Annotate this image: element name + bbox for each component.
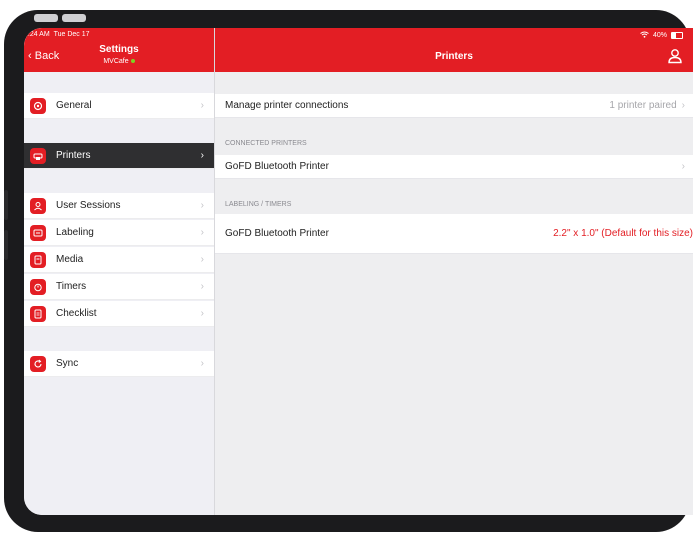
online-dot-icon xyxy=(130,59,135,64)
timer-icon xyxy=(30,278,46,295)
time-label: 0:24 AM xyxy=(24,31,50,38)
printer-name: GoFD Bluetooth Printer xyxy=(225,228,329,239)
chevron-right-icon: › xyxy=(200,150,204,161)
label-size-value: 2.2" x 1.0" (Default for this size) xyxy=(553,228,693,239)
chevron-right-icon: › xyxy=(200,200,204,211)
manage-label: Manage printer connections xyxy=(225,100,349,111)
section-header-labeling: LABELING / TIMERS xyxy=(225,201,292,208)
chevron-right-icon: › xyxy=(200,358,204,369)
sidebar-item-timers[interactable]: Timers › xyxy=(24,274,214,300)
user-icon xyxy=(30,197,46,214)
chevron-right-icon: › xyxy=(200,227,204,238)
status-indicators: 40% xyxy=(640,31,683,40)
label-icon xyxy=(30,224,46,241)
sidebar-item-printers[interactable]: Printers › xyxy=(24,143,214,169)
sidebar-item-user-sessions[interactable]: User Sessions › xyxy=(24,193,214,219)
sidebar-title: Settings xyxy=(99,44,139,55)
top-button xyxy=(62,14,86,22)
top-button xyxy=(34,14,58,22)
sidebar-item-general[interactable]: General › xyxy=(24,93,214,119)
chevron-right-icon: › xyxy=(681,100,685,111)
sidebar-item-label: Checklist xyxy=(56,308,97,319)
sidebar-item-label: Sync xyxy=(56,358,79,369)
master-navbar: 0:24 AM Tue Dec 17 ‹ Back Settings MVCaf… xyxy=(24,28,214,72)
chevron-right-icon: › xyxy=(200,281,204,292)
battery-percent: 40% xyxy=(652,32,667,39)
labeling-printer-row[interactable]: GoFD Bluetooth Printer 2.2" x 1.0" (Defa… xyxy=(215,214,693,254)
sidebar-item-label: Labeling xyxy=(56,227,94,238)
sidebar-item-label: General xyxy=(56,100,92,111)
settings-sidebar: 0:24 AM Tue Dec 17 ‹ Back Settings MVCaf… xyxy=(24,28,215,515)
volume-button xyxy=(4,190,8,220)
store-name: MVCafe xyxy=(24,58,214,65)
chevron-right-icon: › xyxy=(681,161,685,172)
sidebar-item-label: Media xyxy=(56,254,84,265)
chevron-right-icon: › xyxy=(200,100,204,111)
checklist-icon xyxy=(30,305,46,322)
paired-count: 1 printer paired xyxy=(609,100,677,111)
account-icon[interactable] xyxy=(667,48,683,64)
sync-icon xyxy=(30,355,46,372)
printer-icon xyxy=(30,147,46,164)
chevron-right-icon: › xyxy=(200,308,204,319)
date-label: Tue Dec 17 xyxy=(53,31,90,38)
manage-printer-connections[interactable]: Manage printer connections 1 printer pai… xyxy=(215,94,693,118)
connected-printer-row[interactable]: GoFD Bluetooth Printer › xyxy=(215,155,693,179)
battery-icon xyxy=(671,32,683,39)
section-header-connected: CONNECTED PRINTERS xyxy=(225,140,307,147)
store-label: MVCafe xyxy=(103,58,129,65)
sidebar-item-media[interactable]: Media › xyxy=(24,247,214,273)
gear-icon xyxy=(30,97,46,114)
printer-name: GoFD Bluetooth Printer xyxy=(225,161,329,172)
chevron-right-icon: › xyxy=(200,254,204,265)
detail-navbar: 40% Printers xyxy=(215,28,693,72)
media-icon xyxy=(30,251,46,268)
sidebar-item-checklist[interactable]: Checklist › xyxy=(24,301,214,327)
sidebar-item-label: Printers xyxy=(56,150,91,161)
status-time: 0:24 AM Tue Dec 17 xyxy=(24,31,90,38)
screen: 0:24 AM Tue Dec 17 ‹ Back Settings MVCaf… xyxy=(24,28,693,515)
wifi-icon xyxy=(640,31,649,40)
sidebar-item-label: Timers xyxy=(56,281,87,292)
volume-button xyxy=(4,230,8,260)
page-title: Printers xyxy=(435,51,473,62)
sidebar-item-sync[interactable]: Sync › xyxy=(24,351,214,377)
sidebar-item-label: User Sessions xyxy=(56,200,121,211)
printers-detail: 40% Printers Manage printer connections … xyxy=(215,28,693,515)
sidebar-item-labeling[interactable]: Labeling › xyxy=(24,220,214,246)
